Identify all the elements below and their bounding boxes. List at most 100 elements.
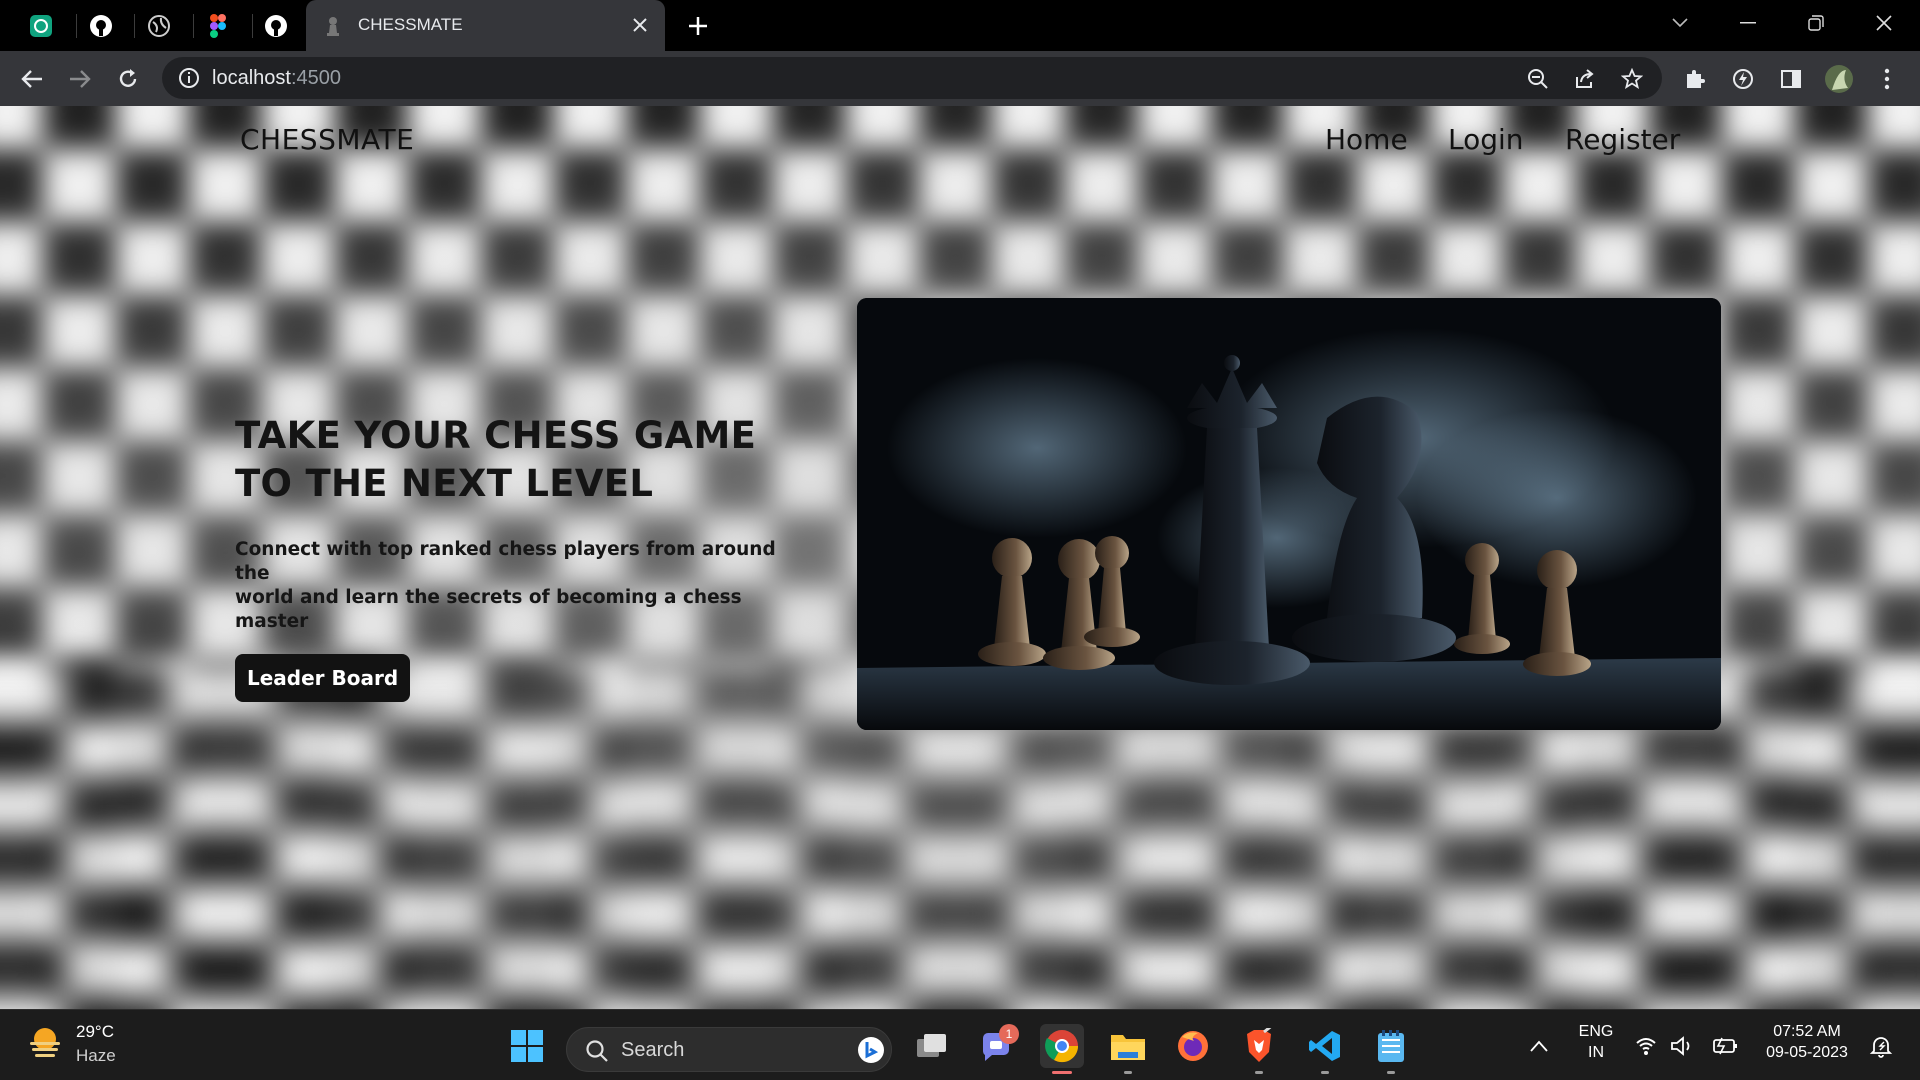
running-indicator bbox=[1255, 1071, 1263, 1074]
github-icon bbox=[90, 15, 112, 37]
browser-menu-button[interactable] bbox=[1872, 64, 1902, 94]
notepad-button[interactable] bbox=[1369, 1024, 1413, 1074]
site-info-icon[interactable] bbox=[178, 67, 200, 89]
region-code: IN bbox=[1588, 1044, 1604, 1061]
language-indicator[interactable]: ENG IN bbox=[1570, 1023, 1622, 1062]
speed-extension-icon bbox=[1733, 69, 1753, 89]
hero-chess-image bbox=[857, 298, 1721, 730]
running-indicator bbox=[1321, 1071, 1329, 1074]
firefox-button[interactable] bbox=[1171, 1024, 1215, 1068]
wifi-volume-battery-icons bbox=[1636, 1036, 1737, 1056]
bookmark-button[interactable] bbox=[1619, 66, 1645, 92]
share-button[interactable] bbox=[1572, 66, 1598, 92]
pinned-tab-figma[interactable] bbox=[201, 9, 235, 43]
pinned-tab-web[interactable] bbox=[142, 9, 176, 43]
chevron-up-icon bbox=[1530, 1040, 1548, 1052]
search-icon bbox=[586, 1040, 608, 1062]
extension-button[interactable] bbox=[1728, 64, 1758, 94]
restore-button[interactable] bbox=[1794, 8, 1838, 38]
new-tab-button[interactable] bbox=[684, 12, 712, 40]
tab-search-button[interactable] bbox=[1658, 8, 1702, 38]
notification-badge: 1 bbox=[999, 1024, 1019, 1044]
arrow-right-icon bbox=[70, 70, 91, 88]
url-port: :4500 bbox=[290, 67, 341, 89]
profile-avatar[interactable] bbox=[1824, 64, 1854, 94]
chrome-icon bbox=[1045, 1030, 1079, 1063]
weather-temperature: 29°C bbox=[76, 1022, 114, 1041]
close-icon bbox=[1876, 15, 1892, 31]
task-view-icon bbox=[917, 1034, 946, 1057]
clock[interactable]: 07:52 AM 09-05-2023 bbox=[1752, 1023, 1862, 1062]
hero-subtitle-line-1: Connect with top ranked chess players fr… bbox=[235, 539, 776, 584]
minimize-icon bbox=[1740, 22, 1756, 24]
tab-separator bbox=[76, 14, 77, 38]
browser-toolbar: localhost:4500 bbox=[0, 51, 1920, 106]
nav-register-link[interactable]: Register bbox=[1565, 123, 1680, 156]
hero-subtitle-line-2: world and learn the secrets of becoming … bbox=[235, 587, 742, 632]
close-window-button[interactable] bbox=[1862, 8, 1906, 38]
hero-title-line-2: TO THE NEXT LEVEL bbox=[235, 462, 654, 505]
search-placeholder: Search bbox=[621, 1039, 685, 1061]
weather-condition: Haze bbox=[76, 1046, 116, 1065]
arrow-left-icon bbox=[21, 70, 42, 88]
language-code: ENG bbox=[1578, 1023, 1614, 1040]
tab-close-icon[interactable] bbox=[629, 14, 651, 36]
haze-sun-icon bbox=[30, 1028, 60, 1057]
running-indicator bbox=[1124, 1071, 1132, 1074]
running-indicator bbox=[1052, 1071, 1072, 1074]
chrome-taskbar-button[interactable] bbox=[1040, 1024, 1084, 1074]
url-text: localhost:4500 bbox=[212, 67, 341, 90]
start-button[interactable] bbox=[505, 1024, 549, 1068]
nav-home-link[interactable]: Home bbox=[1325, 123, 1408, 156]
figma-icon bbox=[210, 14, 226, 38]
folder-icon bbox=[1111, 1035, 1145, 1060]
taskbar-search[interactable]: Search bbox=[566, 1027, 892, 1072]
restore-icon bbox=[1808, 15, 1824, 31]
bing-chat-icon[interactable] bbox=[857, 1036, 885, 1064]
brave-icon bbox=[1247, 1028, 1272, 1062]
back-button[interactable] bbox=[17, 64, 47, 94]
pinned-tab-github-2[interactable] bbox=[259, 9, 293, 43]
url-host: localhost bbox=[212, 67, 291, 89]
hero-text-block: TAKE YOUR CHESS GAME TO THE NEXT LEVEL C… bbox=[235, 412, 815, 702]
reload-icon bbox=[119, 69, 137, 87]
file-explorer-button[interactable] bbox=[1106, 1024, 1150, 1074]
side-panel-icon bbox=[1781, 70, 1801, 88]
star-icon bbox=[1621, 68, 1643, 89]
quick-settings-button[interactable] bbox=[1630, 1024, 1750, 1068]
notification-bell-icon bbox=[1869, 1037, 1893, 1058]
pinned-tab-github[interactable] bbox=[84, 9, 118, 43]
vscode-button[interactable] bbox=[1303, 1024, 1347, 1074]
puzzle-icon bbox=[1687, 70, 1705, 88]
tab-separator bbox=[134, 14, 135, 38]
active-tab[interactable]: CHESSMATE bbox=[306, 0, 665, 51]
nav-login-link[interactable]: Login bbox=[1448, 123, 1524, 156]
brave-button[interactable] bbox=[1237, 1024, 1281, 1074]
side-panel-button[interactable] bbox=[1776, 64, 1806, 94]
task-view-button[interactable] bbox=[910, 1024, 954, 1068]
hero-title-line-1: TAKE YOUR CHESS GAME bbox=[235, 414, 757, 457]
chatgpt-icon bbox=[30, 15, 52, 37]
site-brand[interactable]: CHESSMATE bbox=[240, 123, 414, 156]
zoom-out-icon bbox=[1528, 69, 1548, 89]
forward-button[interactable] bbox=[65, 64, 95, 94]
reload-button[interactable] bbox=[113, 64, 143, 94]
teams-chat-button[interactable]: 1 bbox=[975, 1024, 1019, 1068]
page-viewport: CHESSMATE Home Login Register TAKE YOUR … bbox=[0, 106, 1920, 1009]
minimize-button[interactable] bbox=[1726, 8, 1770, 38]
leader-board-button[interactable]: Leader Board bbox=[235, 654, 411, 702]
address-bar[interactable]: localhost:4500 bbox=[162, 57, 1662, 99]
notepad-icon bbox=[1378, 1030, 1404, 1062]
vscode-icon bbox=[1309, 1031, 1340, 1061]
show-hidden-icons-button[interactable] bbox=[1517, 1024, 1561, 1068]
extensions-button[interactable] bbox=[1680, 64, 1710, 94]
zoom-button[interactable] bbox=[1525, 66, 1551, 92]
weather-widget[interactable] bbox=[26, 1022, 64, 1064]
clock-date: 09-05-2023 bbox=[1766, 1044, 1848, 1061]
browser-tab-strip: CHESSMATE bbox=[0, 0, 1920, 51]
notifications-button[interactable] bbox=[1856, 1024, 1906, 1068]
pinned-tab-chatgpt[interactable] bbox=[24, 9, 58, 43]
firefox-icon bbox=[1178, 1031, 1208, 1061]
tab-title: CHESSMATE bbox=[358, 15, 463, 34]
hero-title: TAKE YOUR CHESS GAME TO THE NEXT LEVEL bbox=[235, 412, 815, 508]
